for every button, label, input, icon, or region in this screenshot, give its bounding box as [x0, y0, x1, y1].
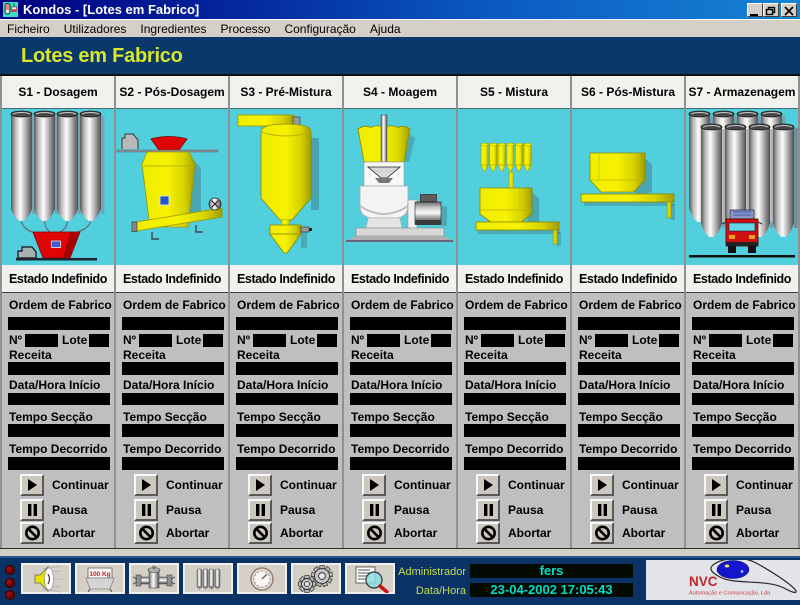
svg-text:NVC: NVC	[689, 574, 718, 589]
svg-text:100 Kg: 100 Kg	[89, 571, 110, 578]
svg-text:Automação e Comunicação, Lda: Automação e Comunicação, Lda	[689, 591, 771, 597]
